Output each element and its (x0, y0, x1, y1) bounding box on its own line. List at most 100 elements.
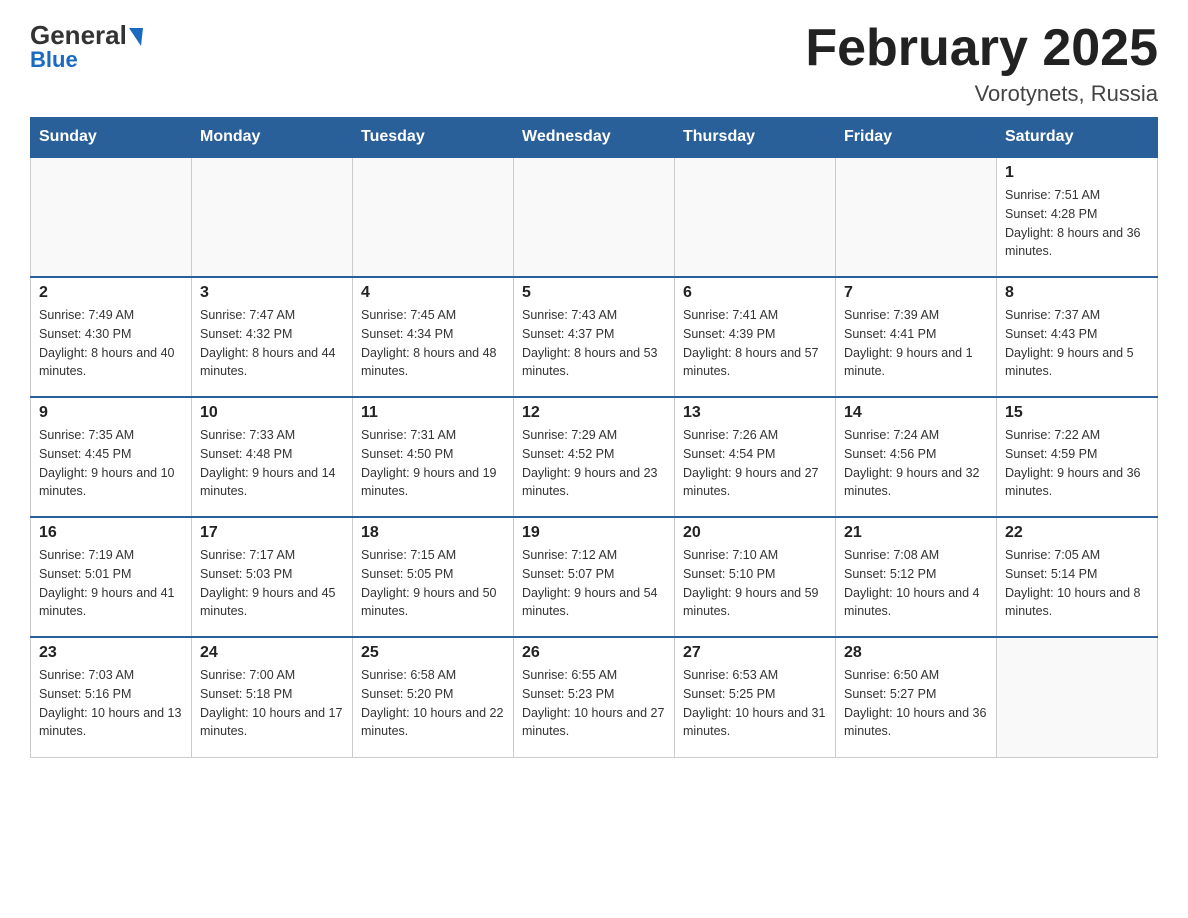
calendar-cell: 18Sunrise: 7:15 AMSunset: 5:05 PMDayligh… (353, 517, 514, 637)
calendar-week-row: 16 Sunrise: 7:19 AMSunset: 5:01 PMDayligh… (31, 517, 1158, 637)
calendar-cell: 20Sunrise: 7:10 AMSunset: 5:10 PMDayligh… (675, 517, 836, 637)
day-info: Sunrise: 7:51 AMSunset: 4:28 PMDaylight:… (1005, 186, 1149, 261)
day-info: Sunrise: 7:45 AMSunset: 4:34 PMDaylight:… (361, 306, 505, 381)
day-info: Sunrise: 7:39 AMSunset: 4:41 PMDaylight:… (844, 306, 988, 381)
calendar-cell (675, 157, 836, 277)
logo-bottom-text: Blue (30, 47, 78, 73)
calendar-cell (997, 637, 1158, 757)
day-info: Sunrise: 7:41 AMSunset: 4:39 PMDaylight:… (683, 306, 827, 381)
day-number: 11 (361, 404, 505, 422)
day-info: Sunrise: 7:12 AMSunset: 5:07 PMDaylight:… (522, 546, 666, 621)
calendar-cell: 1Sunrise: 7:51 AMSunset: 4:28 PMDaylight… (997, 157, 1158, 277)
calendar-cell: 23 Sunrise: 7:03 AMSunset: 5:16 PMDayligh… (31, 637, 192, 757)
calendar-cell: 21 Sunrise: 7:08 AMSunset: 5:12 PMDayligh… (836, 517, 997, 637)
calendar-cell (514, 157, 675, 277)
calendar-cell (836, 157, 997, 277)
day-number: 24 (200, 644, 344, 662)
day-number: 5 (522, 284, 666, 302)
day-info: Sunrise: 6:50 AMSunset: 5:27 PMDaylight:… (844, 666, 988, 741)
calendar-cell: 24 Sunrise: 7:00 AMSunset: 5:18 PMDayligh… (192, 637, 353, 757)
day-info: Sunrise: 6:58 AMSunset: 5:20 PMDaylight:… (361, 666, 505, 741)
day-info: Sunrise: 7:05 AMSunset: 5:14 PMDaylight:… (1005, 546, 1149, 621)
day-info: Sunrise: 6:53 AMSunset: 5:25 PMDaylight:… (683, 666, 827, 741)
day-number: 7 (844, 284, 988, 302)
day-number: 8 (1005, 284, 1149, 302)
day-number: 10 (200, 404, 344, 422)
day-info: Sunrise: 7:17 AMSunset: 5:03 PMDaylight:… (200, 546, 344, 621)
day-info: Sunrise: 7:08 AMSunset: 5:12 PMDaylight:… (844, 546, 988, 621)
page-header: General Blue February 2025 Vorotynets, R… (30, 20, 1158, 107)
day-info: Sunrise: 7:33 AMSunset: 4:48 PMDaylight:… (200, 426, 344, 501)
day-info: Sunrise: 7:10 AMSunset: 5:10 PMDaylight:… (683, 546, 827, 621)
calendar-cell: 6 Sunrise: 7:41 AMSunset: 4:39 PMDaylight… (675, 277, 836, 397)
calendar-week-row: 9 Sunrise: 7:35 AMSunset: 4:45 PMDaylight… (31, 397, 1158, 517)
day-info: Sunrise: 7:19 AMSunset: 5:01 PMDaylight:… (39, 546, 183, 621)
calendar-cell: 26 Sunrise: 6:55 AMSunset: 5:23 PMDayligh… (514, 637, 675, 757)
calendar-cell: 9 Sunrise: 7:35 AMSunset: 4:45 PMDaylight… (31, 397, 192, 517)
calendar-cell (192, 157, 353, 277)
day-info: Sunrise: 7:22 AMSunset: 4:59 PMDaylight:… (1005, 426, 1149, 501)
calendar-cell: 7 Sunrise: 7:39 AMSunset: 4:41 PMDaylight… (836, 277, 997, 397)
logo: General Blue (30, 20, 143, 73)
day-info: Sunrise: 7:35 AMSunset: 4:45 PMDaylight:… (39, 426, 183, 501)
col-wednesday: Wednesday (514, 118, 675, 158)
col-sunday: Sunday (31, 118, 192, 158)
day-number: 3 (200, 284, 344, 302)
day-info: Sunrise: 7:00 AMSunset: 5:18 PMDaylight:… (200, 666, 344, 741)
day-info: Sunrise: 7:37 AMSunset: 4:43 PMDaylight:… (1005, 306, 1149, 381)
calendar-cell: 5 Sunrise: 7:43 AMSunset: 4:37 PMDaylight… (514, 277, 675, 397)
day-number: 14 (844, 404, 988, 422)
calendar-cell: 17Sunrise: 7:17 AMSunset: 5:03 PMDayligh… (192, 517, 353, 637)
day-info: Sunrise: 7:47 AMSunset: 4:32 PMDaylight:… (200, 306, 344, 381)
day-number: 2 (39, 284, 183, 302)
day-number: 21 (844, 524, 988, 542)
day-number: 18 (361, 524, 505, 542)
calendar-week-row: 1Sunrise: 7:51 AMSunset: 4:28 PMDaylight… (31, 157, 1158, 277)
day-number: 9 (39, 404, 183, 422)
calendar-cell: 15 Sunrise: 7:22 AMSunset: 4:59 PMDayligh… (997, 397, 1158, 517)
day-info: Sunrise: 7:43 AMSunset: 4:37 PMDaylight:… (522, 306, 666, 381)
day-number: 19 (522, 524, 666, 542)
col-monday: Monday (192, 118, 353, 158)
title-section: February 2025 Vorotynets, Russia (805, 20, 1158, 107)
calendar-cell: 12Sunrise: 7:29 AMSunset: 4:52 PMDayligh… (514, 397, 675, 517)
calendar-week-row: 2 Sunrise: 7:49 AMSunset: 4:30 PMDaylight… (31, 277, 1158, 397)
logo-triangle-icon (129, 28, 143, 46)
day-number: 13 (683, 404, 827, 422)
day-info: Sunrise: 7:29 AMSunset: 4:52 PMDaylight:… (522, 426, 666, 501)
calendar-cell: 19 Sunrise: 7:12 AMSunset: 5:07 PMDayligh… (514, 517, 675, 637)
day-number: 6 (683, 284, 827, 302)
calendar-cell: 10 Sunrise: 7:33 AMSunset: 4:48 PMDayligh… (192, 397, 353, 517)
calendar-cell: 4 Sunrise: 7:45 AMSunset: 4:34 PMDaylight… (353, 277, 514, 397)
calendar-cell (353, 157, 514, 277)
day-number: 4 (361, 284, 505, 302)
col-thursday: Thursday (675, 118, 836, 158)
calendar-cell: 3 Sunrise: 7:47 AMSunset: 4:32 PMDaylight… (192, 277, 353, 397)
calendar-header-row: Sunday Monday Tuesday Wednesday Thursday… (31, 118, 1158, 158)
calendar-cell: 27 Sunrise: 6:53 AMSunset: 5:25 PMDayligh… (675, 637, 836, 757)
location-subtitle: Vorotynets, Russia (805, 81, 1158, 107)
day-info: Sunrise: 7:26 AMSunset: 4:54 PMDaylight:… (683, 426, 827, 501)
calendar-cell: 8 Sunrise: 7:37 AMSunset: 4:43 PMDaylight… (997, 277, 1158, 397)
calendar-cell: 16 Sunrise: 7:19 AMSunset: 5:01 PMDayligh… (31, 517, 192, 637)
day-number: 27 (683, 644, 827, 662)
day-number: 28 (844, 644, 988, 662)
col-tuesday: Tuesday (353, 118, 514, 158)
calendar-cell: 25 Sunrise: 6:58 AMSunset: 5:20 PMDayligh… (353, 637, 514, 757)
day-info: Sunrise: 6:55 AMSunset: 5:23 PMDaylight:… (522, 666, 666, 741)
day-number: 16 (39, 524, 183, 542)
month-title: February 2025 (805, 20, 1158, 77)
calendar-cell (31, 157, 192, 277)
calendar-cell: 2 Sunrise: 7:49 AMSunset: 4:30 PMDaylight… (31, 277, 192, 397)
calendar-table: Sunday Monday Tuesday Wednesday Thursday… (30, 117, 1158, 758)
calendar-cell: 11Sunrise: 7:31 AMSunset: 4:50 PMDayligh… (353, 397, 514, 517)
day-number: 15 (1005, 404, 1149, 422)
day-number: 25 (361, 644, 505, 662)
calendar-cell: 14 Sunrise: 7:24 AMSunset: 4:56 PMDayligh… (836, 397, 997, 517)
calendar-cell: 28 Sunrise: 6:50 AMSunset: 5:27 PMDayligh… (836, 637, 997, 757)
day-info: Sunrise: 7:49 AMSunset: 4:30 PMDaylight:… (39, 306, 183, 381)
day-number: 26 (522, 644, 666, 662)
day-number: 23 (39, 644, 183, 662)
day-info: Sunrise: 7:03 AMSunset: 5:16 PMDaylight:… (39, 666, 183, 741)
day-info: Sunrise: 7:24 AMSunset: 4:56 PMDaylight:… (844, 426, 988, 501)
